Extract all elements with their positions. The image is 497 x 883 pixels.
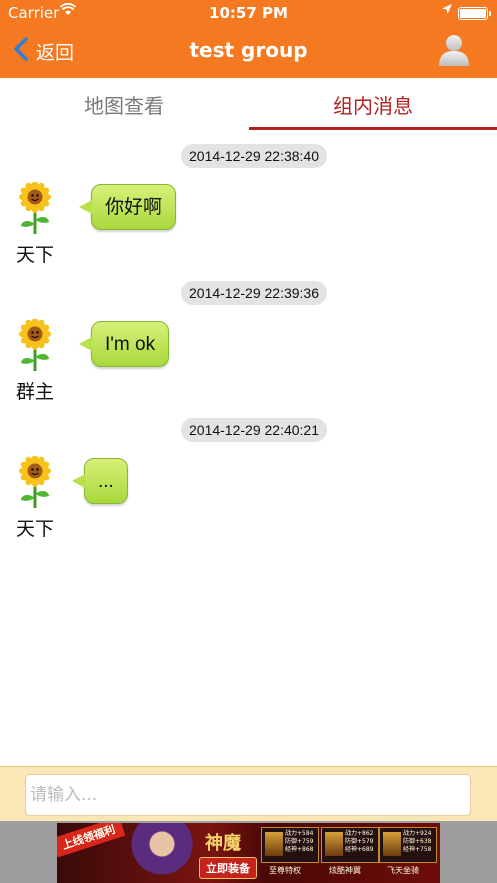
page-title: test group bbox=[189, 38, 308, 62]
sender-name: 群主 bbox=[16, 381, 55, 403]
ad-item-icon bbox=[383, 832, 401, 856]
sunflower-avatar-icon[interactable] bbox=[15, 181, 55, 236]
message-input[interactable] bbox=[25, 774, 471, 816]
ad-panel: 战力+924 防御+638 经神+758 bbox=[379, 827, 437, 863]
ad-panel-label: 炫酷神翼 bbox=[329, 866, 361, 875]
status-bar: Carrier 10:57 PM bbox=[0, 0, 497, 26]
message-timestamp: 2014-12-29 22:40:21 bbox=[181, 418, 327, 442]
message-bubble[interactable]: I'm ok bbox=[78, 321, 170, 367]
profile-icon[interactable] bbox=[436, 32, 472, 68]
ad-cta-button[interactable]: 立即装备 bbox=[199, 857, 257, 879]
ad-panel-stats: 战力+862 防御+579 经神+689 bbox=[345, 830, 374, 853]
ad-banner[interactable]: 上线领福利 神魔 立即装备 战力+584 防御+759 经神+868 至尊特权 … bbox=[57, 823, 440, 883]
sender-name: 天下 bbox=[16, 518, 55, 540]
sunflower-avatar-icon[interactable] bbox=[15, 318, 55, 373]
ad-banner-area: 上线领福利 神魔 立即装备 战力+584 防御+759 经神+868 至尊特权 … bbox=[0, 821, 497, 883]
message-bubble[interactable]: ... bbox=[72, 458, 128, 504]
ad-ribbon: 上线领福利 bbox=[57, 823, 126, 858]
ad-item-icon bbox=[325, 832, 343, 856]
tab-group-messages[interactable]: 组内消息 bbox=[249, 78, 497, 130]
navigation-bar: 返回 test group bbox=[0, 26, 497, 78]
status-time: 10:57 PM bbox=[209, 4, 288, 22]
ad-panel: 战力+584 防御+759 经神+868 bbox=[261, 827, 319, 863]
message-timestamp: 2014-12-29 22:39:36 bbox=[181, 281, 327, 305]
message-input-bar bbox=[0, 766, 497, 821]
segment-tabs: 地图查看 组内消息 bbox=[0, 78, 497, 130]
location-arrow-icon bbox=[441, 3, 453, 19]
tab-map-view[interactable]: 地图查看 bbox=[0, 78, 248, 130]
ad-panel: 战力+862 防御+579 经神+689 bbox=[321, 827, 379, 863]
ad-panel-label: 至尊特权 bbox=[269, 866, 301, 875]
ad-panel-stats: 战力+584 防御+759 经神+868 bbox=[285, 830, 314, 853]
ad-character-image bbox=[127, 823, 197, 883]
message-list[interactable]: 2014-12-29 22:38:40 你好啊 天下 2014-12-29 22… bbox=[0, 130, 497, 766]
message-bubble[interactable]: 你好啊 bbox=[78, 184, 177, 230]
ad-item-icon bbox=[265, 832, 283, 856]
battery-icon bbox=[458, 7, 491, 20]
ad-logo: 神魔 bbox=[205, 833, 241, 854]
sunflower-avatar-icon[interactable] bbox=[15, 455, 55, 510]
ad-panel-label: 飞天坐骑 bbox=[387, 866, 419, 875]
ad-panel-stats: 战力+924 防御+638 经神+758 bbox=[403, 830, 432, 853]
top-bar: Carrier 10:57 PM 返回 test group bbox=[0, 0, 497, 78]
sender-name: 天下 bbox=[16, 244, 55, 266]
message-timestamp: 2014-12-29 22:38:40 bbox=[181, 144, 327, 168]
